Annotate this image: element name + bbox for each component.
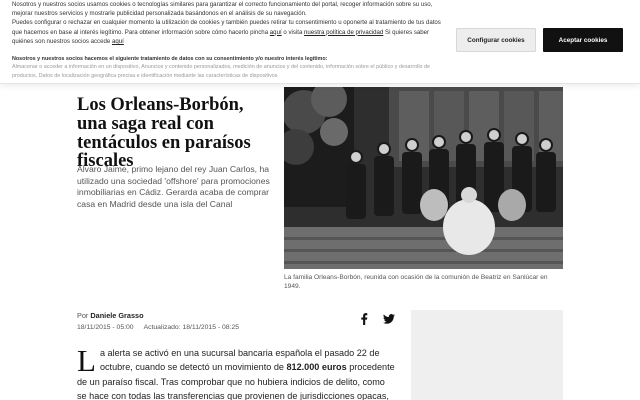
ad-placeholder xyxy=(411,310,563,400)
highlighted-amount: 812.000 euros xyxy=(286,362,347,373)
article-standfirst: Álvaro Jaime, primo lejano del rey Juan … xyxy=(77,164,270,209)
cookie-purposes-heading: Nosotros y nuestros socios hacemos el si… xyxy=(12,56,328,62)
family-photo-graphic xyxy=(284,87,563,269)
twitter-share-button[interactable] xyxy=(380,310,398,328)
facebook-share-button[interactable] xyxy=(355,310,373,328)
configure-cookies-button[interactable]: Configurar cookies xyxy=(456,28,536,52)
byline: Por Daniele Grasso xyxy=(77,311,144,320)
photo-caption: La familia Orleans-Borbón, reunida con o… xyxy=(284,274,548,291)
article-headline: Los Orleans-Borbón, una saga real con te… xyxy=(77,95,251,172)
article-dates: 18/11/2015 - 05:00 Actualizado: 18/11/201… xyxy=(77,324,239,331)
cookie-purposes-list: Almacenar o acceder a información en un … xyxy=(12,64,431,79)
author-link[interactable]: Daniele Grasso xyxy=(90,311,143,320)
cookie-notice-paragraph-1: Nosotros y nuestros socios usamos cookie… xyxy=(12,1,433,18)
article-photo xyxy=(284,87,563,269)
cookie-purposes: Nosotros y nuestros socios hacemos el si… xyxy=(12,55,442,80)
drop-cap: L xyxy=(77,343,96,378)
published-date: 18/11/2015 - 05:00 xyxy=(77,324,134,331)
accept-cookies-button[interactable]: Aceptar cookies xyxy=(543,28,623,52)
cookie-info-link[interactable]: aquí xyxy=(270,29,282,36)
cookie-consent-banner: Nosotros y nuestros socios usamos cookie… xyxy=(0,0,640,84)
twitter-icon xyxy=(383,314,395,324)
privacy-policy-link[interactable]: nuestra política de privacidad xyxy=(304,29,383,36)
facebook-icon xyxy=(361,313,368,325)
byline-prefix: Por xyxy=(77,311,89,320)
cookie-notice-connector: o visita xyxy=(283,28,303,36)
article-body: La alerta se activó en una sucursal banc… xyxy=(77,343,395,400)
cookie-partners-link[interactable]: aquí xyxy=(112,38,124,45)
cookie-notice-text: Nosotros y nuestros socios usamos cookie… xyxy=(12,0,442,46)
updated-date: Actualizado: 18/11/2015 - 08:25 xyxy=(143,324,240,331)
